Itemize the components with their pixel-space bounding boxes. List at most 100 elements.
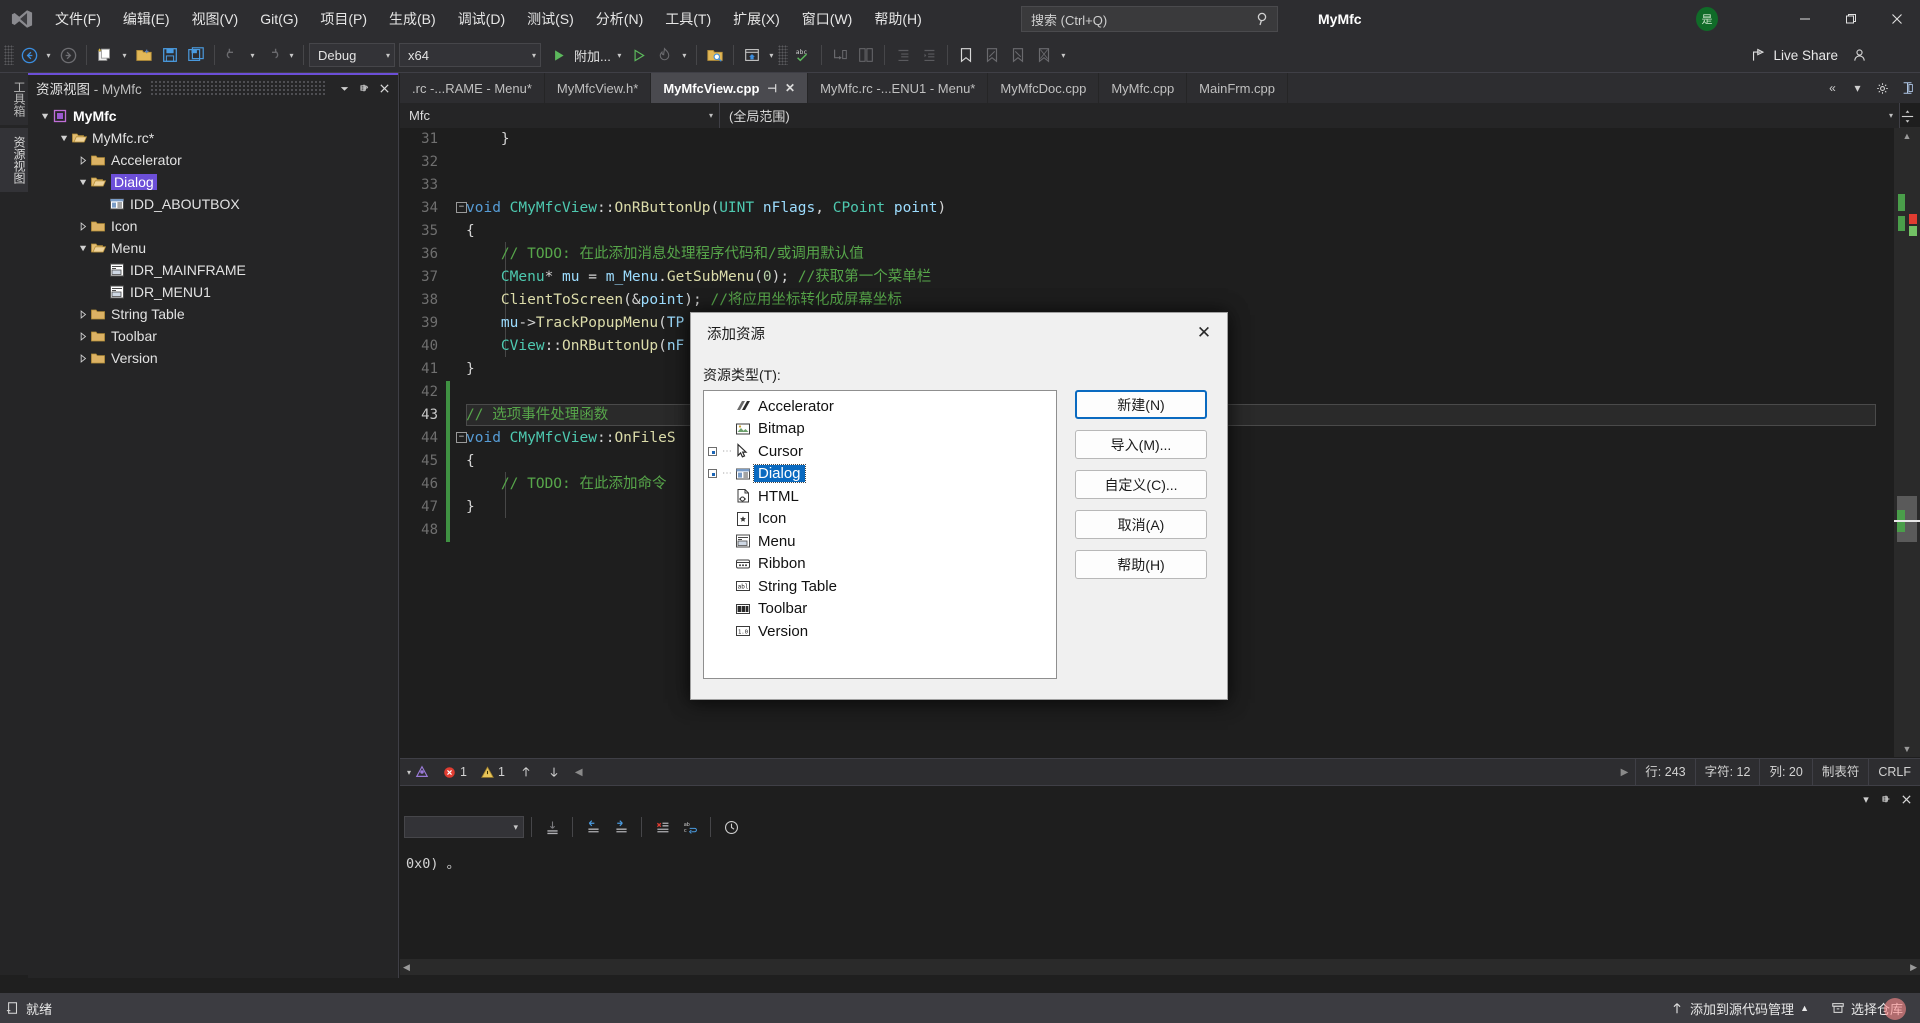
cancel-button[interactable]: 取消(A)	[1075, 510, 1207, 539]
navigate-backward-dropdown-icon[interactable]: ▾	[42, 42, 55, 68]
menu-test[interactable]: 测试(S)	[516, 0, 585, 38]
tree-item[interactable]: Accelerator	[28, 149, 398, 171]
document-tab[interactable]: MainFrm.cpp	[1187, 73, 1289, 103]
hot-reload-dropdown-icon[interactable]: ▾	[678, 42, 691, 68]
close-icon[interactable]	[374, 78, 394, 98]
tab-settings-gear-icon[interactable]	[1870, 73, 1895, 103]
toolbar-grip-2[interactable]	[777, 45, 788, 65]
document-tab[interactable]: .rc -...RAME - Menu*	[400, 73, 545, 103]
line-ending-indicator[interactable]: CRLF	[1868, 758, 1920, 786]
tree-item[interactable]: MyMfc	[28, 105, 398, 127]
add-to-source-control-button[interactable]: 添加到源代码管理 ▲	[1659, 993, 1820, 1023]
previous-bookmark-icon[interactable]	[979, 42, 1005, 68]
navbar-scope-combo[interactable]: (全局范围) ▾	[720, 103, 1900, 128]
document-tab[interactable]: MyMfcView.h*	[544, 73, 652, 103]
tree-item[interactable]: Version	[28, 347, 398, 369]
solution-explorer-dropdown-icon[interactable]: ▾	[765, 42, 778, 68]
error-count[interactable]: 1	[436, 759, 474, 786]
bookmark-icon[interactable]	[953, 42, 979, 68]
compare-icon[interactable]	[853, 42, 879, 68]
chevron-expanded-icon[interactable]	[57, 127, 71, 149]
editor-vertical-scrollbar[interactable]: ▲ ▼	[1894, 109, 1920, 757]
error-list-dropdown-icon[interactable]: ▾	[400, 759, 436, 786]
navigate-backward-icon[interactable]	[16, 42, 42, 68]
output-pin-icon[interactable]	[1876, 789, 1896, 809]
tree-item[interactable]: IDD_ABOUTBOX	[28, 193, 398, 215]
new-project-dropdown-icon[interactable]: ▾	[118, 42, 131, 68]
resource-type-item[interactable]: ⋯ Cursor	[704, 440, 1056, 463]
import-button[interactable]: 导入(M)...	[1075, 430, 1207, 459]
menu-git[interactable]: Git(G)	[249, 0, 309, 38]
active-files-dropdown-icon[interactable]: ▾	[1845, 73, 1870, 103]
resource-type-item[interactable]: abl String Table	[704, 575, 1056, 598]
chevron-expanded-icon[interactable]	[38, 105, 52, 127]
vertical-split-icon[interactable]	[1895, 73, 1920, 103]
chevron-down-icon[interactable]	[334, 78, 354, 98]
menu-file[interactable]: 文件(F)	[44, 0, 112, 38]
scroll-left-arrow-icon[interactable]: ◀	[568, 759, 590, 786]
search-in-files-icon[interactable]	[702, 42, 728, 68]
tab-close-icon[interactable]: ✕	[785, 81, 795, 95]
vertical-tab-resource-view[interactable]: 资源视图	[0, 128, 28, 192]
chevron-expanded-icon[interactable]	[76, 237, 90, 259]
scroll-up-arrow-icon[interactable]: ▲	[1894, 128, 1920, 144]
scroll-down-arrow-icon[interactable]: ▼	[1894, 741, 1920, 757]
output-source-combo[interactable]: ▾	[404, 816, 524, 838]
menu-debug[interactable]: 调试(D)	[447, 0, 516, 38]
output-horizontal-scrollbar[interactable]: ◀ ▶	[400, 959, 1920, 975]
customize-button[interactable]: 自定义(C)...	[1075, 470, 1207, 499]
undo-dropdown-icon[interactable]: ▾	[246, 42, 259, 68]
solution-platform-combo[interactable]: x64 ▾	[399, 43, 541, 67]
navigate-forward-icon[interactable]	[55, 42, 81, 68]
search-input[interactable]: 搜索 (Ctrl+Q)	[1021, 6, 1278, 32]
attach-dropdown-icon[interactable]: ▾	[613, 42, 626, 68]
next-bookmark-icon[interactable]	[1005, 42, 1031, 68]
start-debugging-icon[interactable]	[545, 42, 571, 68]
new-button[interactable]: 新建(N)	[1075, 390, 1207, 419]
chevron-collapsed-icon[interactable]	[76, 303, 90, 325]
scroll-tabs-left-icon[interactable]: «	[1820, 73, 1845, 103]
resource-type-item[interactable]: 1.0 Version	[704, 620, 1056, 643]
chevron-collapsed-icon[interactable]	[76, 149, 90, 171]
output-clear-all-icon[interactable]	[649, 815, 675, 839]
menu-window[interactable]: 窗口(W)	[791, 0, 864, 38]
indentation-indicator[interactable]: 制表符	[1811, 758, 1869, 786]
chevron-collapsed-icon[interactable]	[76, 215, 90, 237]
resource-type-item[interactable]: Bitmap	[704, 418, 1056, 441]
start-without-debugging-icon[interactable]	[626, 42, 652, 68]
output-previous-message-icon[interactable]	[580, 815, 606, 839]
previous-issue-icon[interactable]	[512, 759, 540, 786]
chevron-collapsed-icon[interactable]	[76, 347, 90, 369]
menu-analyze[interactable]: 分析(N)	[585, 0, 654, 38]
toolbar-grip[interactable]	[4, 45, 14, 65]
step-into-icon[interactable]	[827, 42, 853, 68]
minimize-button[interactable]	[1782, 0, 1828, 38]
account-badge[interactable]: 是	[1696, 7, 1718, 31]
attach-label[interactable]: 附加...	[571, 46, 613, 65]
output-toggle-word-wrap-icon[interactable]: ab c	[677, 815, 703, 839]
output-scroll-right-icon[interactable]: ▶	[1910, 962, 1917, 973]
resource-type-item[interactable]: Ribbon	[704, 553, 1056, 576]
menu-build[interactable]: 生成(B)	[378, 0, 447, 38]
output-show-timestamps-icon[interactable]	[718, 815, 744, 839]
spell-check-icon[interactable]: abc	[790, 42, 816, 68]
panel-drag-handle[interactable]	[149, 81, 326, 95]
output-chevron-down-icon[interactable]: ▾	[1856, 789, 1876, 809]
navbar-project-combo[interactable]: Mfc ▾	[400, 103, 720, 128]
menu-help[interactable]: 帮助(H)	[863, 0, 932, 38]
redo-icon[interactable]	[259, 42, 285, 68]
tree-item[interactable]: IDR_MAINFRAME	[28, 259, 398, 281]
warning-count[interactable]: 1	[474, 759, 512, 786]
tree-item[interactable]: Icon	[28, 215, 398, 237]
help-button[interactable]: 帮助(H)	[1075, 550, 1207, 579]
open-file-icon[interactable]	[131, 42, 157, 68]
pin-icon[interactable]	[354, 78, 374, 98]
resource-type-item[interactable]: ⋯ Dialog	[704, 463, 1056, 486]
toolbar-overflow-icon[interactable]: ▾	[1057, 42, 1070, 68]
undo-icon[interactable]	[220, 42, 246, 68]
chevron-collapsed-icon[interactable]	[76, 325, 90, 347]
close-button[interactable]	[1874, 0, 1920, 38]
new-project-icon[interactable]	[92, 42, 118, 68]
outdent-icon[interactable]	[916, 42, 942, 68]
expand-plus-icon[interactable]	[708, 463, 722, 485]
